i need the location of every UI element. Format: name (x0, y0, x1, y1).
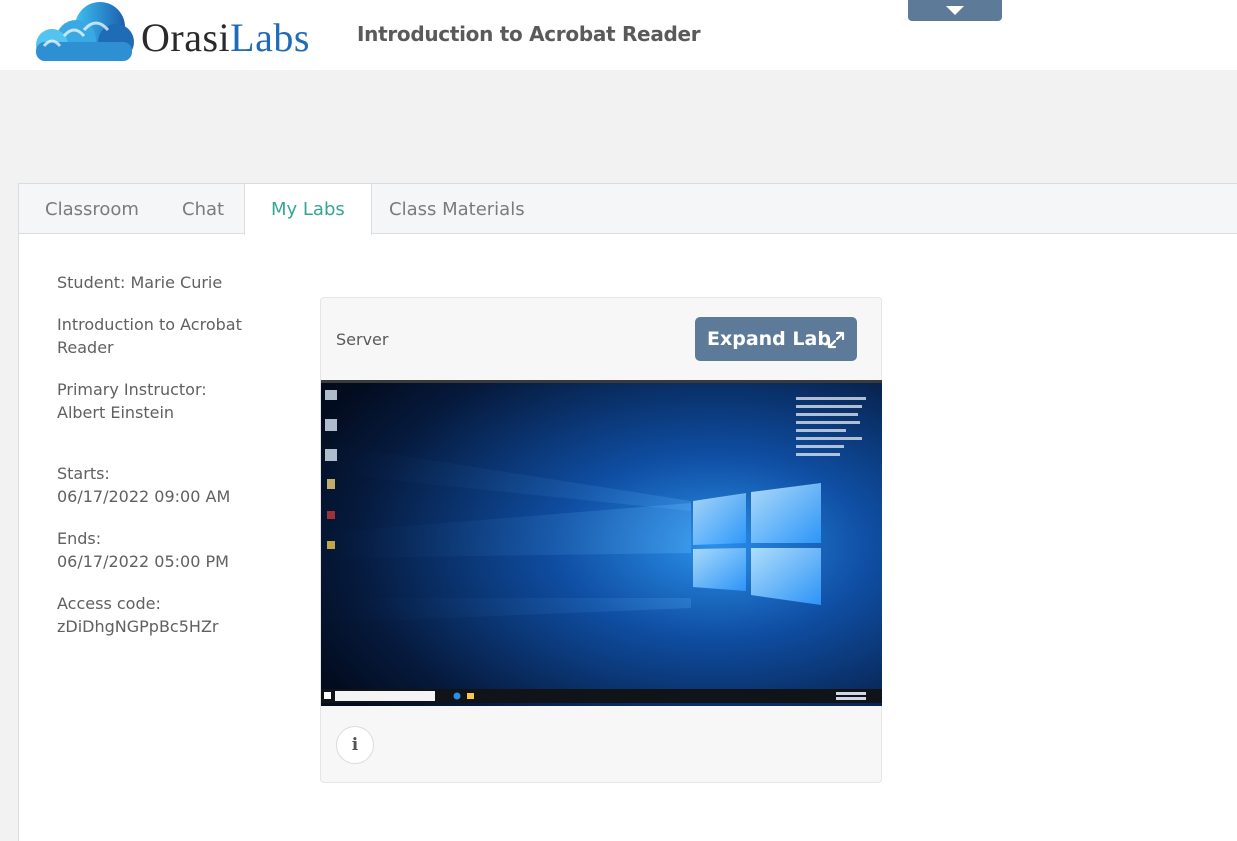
user-menu-dropdown-button[interactable] (908, 0, 1002, 21)
main-panel: Classroom Chat My Labs Class Materials S… (18, 183, 1237, 841)
cloud-logo-icon (36, 2, 134, 61)
tab-bar: Classroom Chat My Labs Class Materials (19, 184, 1237, 235)
access-code-value: zDiDhgNGPpBc5HZr (57, 617, 219, 636)
starts-label: Starts: (57, 464, 110, 483)
lab-card: Server Expand Lab i (320, 297, 882, 783)
tab-my-labs[interactable]: My Labs (244, 184, 372, 235)
ends-value: 06/17/2022 05:00 PM (57, 552, 229, 571)
logo-text-labs: Labs (230, 15, 310, 60)
course-title: Introduction to Acrobat Reader (357, 22, 701, 46)
tab-classroom[interactable]: Classroom (19, 184, 165, 234)
expand-lab-button[interactable]: Expand Lab (695, 317, 857, 361)
logo-wordmark: OrasiLabs (141, 16, 310, 60)
student-name: Student: Marie Curie (57, 273, 223, 292)
access-code-label: Access code: (57, 594, 161, 613)
server-label: Server (336, 330, 389, 349)
expand-icon (827, 331, 845, 349)
starts-value: 06/17/2022 09:00 AM (57, 487, 231, 506)
tab-class-materials[interactable]: Class Materials (363, 184, 551, 234)
expand-lab-label: Expand Lab (707, 328, 831, 350)
top-header: OrasiLabs Introduction to Acrobat Reader (0, 0, 1237, 70)
lab-screen-preview[interactable] (321, 380, 882, 706)
info-icon: i (351, 735, 359, 755)
orasilabs-logo[interactable]: OrasiLabs (24, 0, 334, 66)
chevron-down-icon (946, 6, 964, 15)
tab-chat[interactable]: Chat (156, 184, 250, 234)
course-name: Introduction to Acrobat Reader (57, 315, 242, 357)
instructor-label: Primary Instructor: (57, 380, 207, 399)
windows-desktop-image (321, 383, 882, 706)
ends-label: Ends: (57, 529, 102, 548)
lab-info-button[interactable]: i (336, 726, 374, 764)
instructor-name: Albert Einstein (57, 403, 175, 422)
logo-text-orasi: Orasi (141, 15, 231, 60)
